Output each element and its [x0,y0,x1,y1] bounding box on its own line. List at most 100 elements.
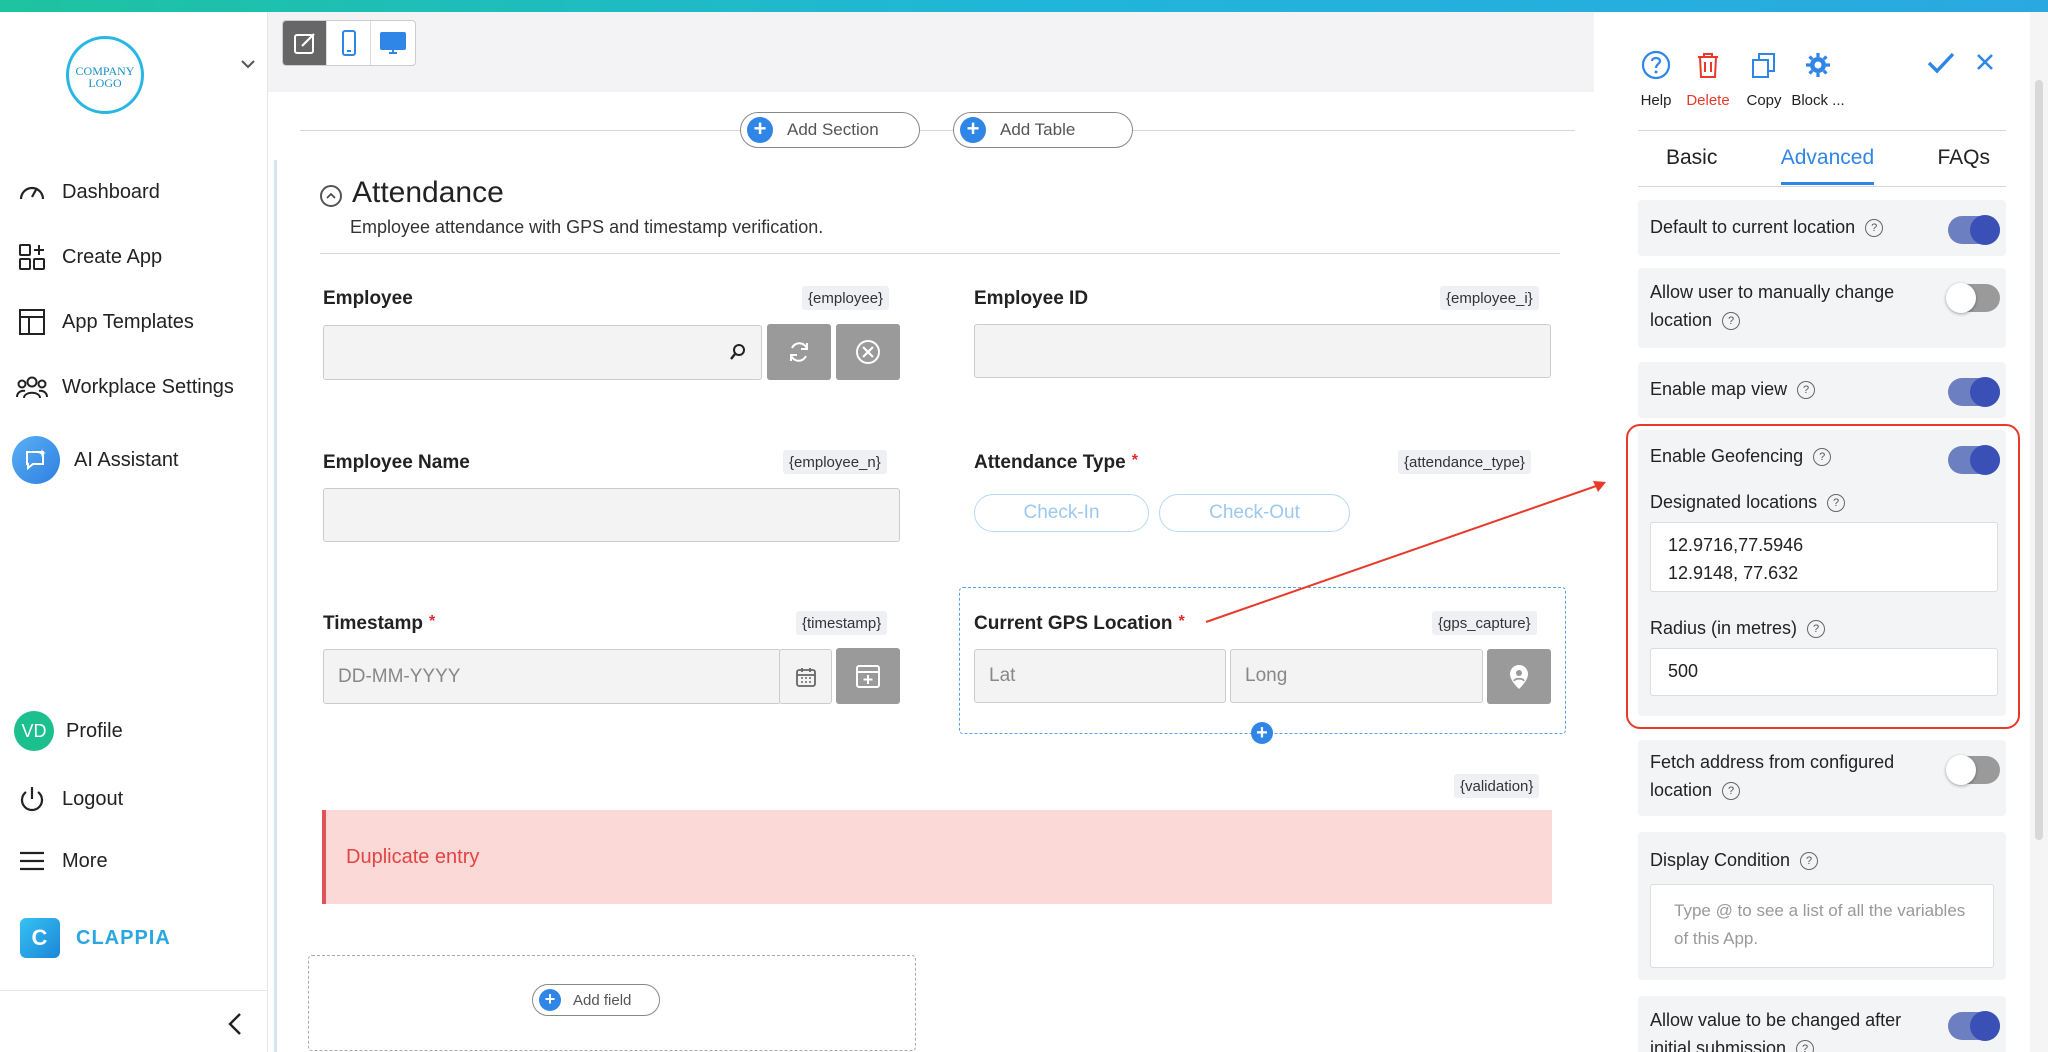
plus-icon: + [539,989,561,1011]
help-question-icon[interactable]: ? [1865,219,1884,238]
sidebar-item-create-app[interactable]: Create App [16,237,162,277]
allow-change-label-text: Allow value to be changed after initial … [1650,1010,1902,1052]
allow-change-card: Allow value to be changed after initial … [1638,996,2006,1052]
chevron-up-icon[interactable] [320,185,342,207]
latitude-input[interactable]: Lat [974,649,1226,703]
company-logo[interactable]: COMPANY LOGO [66,36,144,114]
map-view-toggle[interactable] [1948,377,2000,407]
employee-name-variable-tag: {employee_n} [783,450,887,474]
help-label: Help [1640,92,1672,109]
display-condition-label-text: Display Condition [1650,850,1791,870]
calendar-plus-icon [856,665,880,688]
employee-id-variable-tag: {employee_i} [1440,286,1539,310]
help-question-icon[interactable]: ? [1797,381,1816,400]
sidebar-item-label: More [62,849,108,872]
help-circle-icon [1640,46,1672,84]
sidebar-item-logout[interactable]: Logout [16,779,123,819]
longitude-input[interactable]: Long [1230,649,1483,703]
view-mode-toggle[interactable] [282,20,416,66]
editor-header-strip [268,12,1594,92]
validation-variable-tag: {validation} [1454,774,1540,798]
search-icon[interactable] [728,342,748,367]
sidebar-item-workplace-settings[interactable]: Workplace Settings [16,367,234,407]
templates-icon [16,306,48,338]
default-location-toggle[interactable] [1948,215,2000,245]
copy-tool[interactable]: Copy [1744,46,1784,109]
add-section-button[interactable]: + Add Section [740,112,920,148]
map-view-label-text: Enable map view [1650,379,1788,399]
add-section-label: Add Section [787,120,879,139]
allow-change-toggle[interactable] [1948,1011,2000,1041]
panel-tabs: Basic Advanced FAQs [1640,146,2006,185]
fetch-address-label-text: Fetch address from configured location [1650,752,1895,800]
help-tool[interactable]: Help [1638,46,1674,109]
help-question-icon[interactable]: ? [1800,852,1819,871]
tab-advanced[interactable]: Advanced [1780,146,1875,185]
required-marker: * [1178,613,1185,630]
tab-faqs[interactable]: FAQs [1937,146,1990,185]
help-question-icon[interactable]: ? [1722,312,1741,331]
help-question-icon[interactable]: ? [1796,1040,1815,1052]
timestamp-label: Timestamp * [323,613,435,635]
timestamp-variable-tag: {timestamp} [796,611,888,635]
plus-icon: + [960,117,986,143]
add-table-button[interactable]: + Add Table [953,112,1133,148]
create-app-icon [16,241,48,273]
power-icon [16,783,48,815]
refresh-button[interactable] [767,324,831,380]
add-below-icon[interactable]: + [1251,722,1273,744]
sidebar-item-ai-assistant[interactable]: AI Assistant [12,436,179,484]
collapse-sidebar-icon[interactable] [228,1010,242,1044]
section-title-text: Attendance [352,176,504,209]
calendar-icon-button[interactable] [779,649,832,704]
sidebar-item-app-templates[interactable]: App Templates [16,302,194,342]
employee-label: Employee [323,288,413,309]
add-field-button[interactable]: + Add field [532,984,660,1016]
tab-basic[interactable]: Basic [1666,146,1717,185]
section-divider [320,253,1560,254]
sidebar-item-label: Create App [62,245,163,268]
mobile-view-button[interactable] [327,21,371,65]
employee-id-input[interactable] [974,324,1551,378]
check-in-option[interactable]: Check-In [974,494,1149,532]
menu-icon [16,845,48,877]
close-icon[interactable] [1975,52,1995,77]
block-settings-label: Block ... [1791,92,1845,109]
brand-name: CLAPPIA [76,926,171,949]
clear-button[interactable] [836,324,900,380]
manual-change-card: Allow user to manually change location? [1638,268,2006,348]
sidebar-item-label: Logout [62,787,124,810]
ai-assistant-icon [12,436,60,484]
panel-scrollbar-thumb[interactable] [2035,80,2043,840]
copy-label: Copy [1746,92,1782,109]
edit-view-button[interactable] [283,21,327,65]
section-title[interactable]: Attendance [320,176,504,210]
delete-label: Delete [1686,92,1730,109]
desktop-view-button[interactable] [371,21,415,65]
default-location-card: Default to current location? [1638,200,2006,256]
logo-text: COMPANY LOGO [75,64,135,90]
timestamp-input[interactable]: DD-MM-YYYY [323,649,781,704]
sidebar-item-dashboard[interactable]: Dashboard [16,172,160,212]
calendar-icon [795,667,816,687]
display-condition-input[interactable]: Type @ to see a list of all the variable… [1650,884,1994,968]
calendar-add-button[interactable] [836,648,900,704]
fetch-address-label: Fetch address from configured location? [1650,748,1940,804]
sidebar-item-profile[interactable]: VD Profile [14,711,123,751]
chevron-down-icon[interactable] [240,56,256,74]
block-settings-tool[interactable]: Block ... [1788,46,1848,109]
delete-tool[interactable]: Delete [1683,46,1733,109]
refresh-icon [790,342,808,362]
capture-location-button[interactable] [1487,649,1551,704]
manual-change-toggle[interactable] [1946,283,2000,313]
gps-label-text: Current GPS Location [974,613,1173,634]
dashboard-gauge-icon [16,176,48,208]
tools-divider [1638,130,2006,131]
fetch-address-toggle[interactable] [1946,755,2000,785]
help-question-icon[interactable]: ? [1722,782,1741,801]
confirm-check-icon[interactable] [1926,50,1956,81]
employee-name-input[interactable] [323,488,900,542]
users-group-icon [16,371,48,403]
employee-lookup-input[interactable] [323,325,762,380]
sidebar-item-more[interactable]: More [16,841,108,881]
